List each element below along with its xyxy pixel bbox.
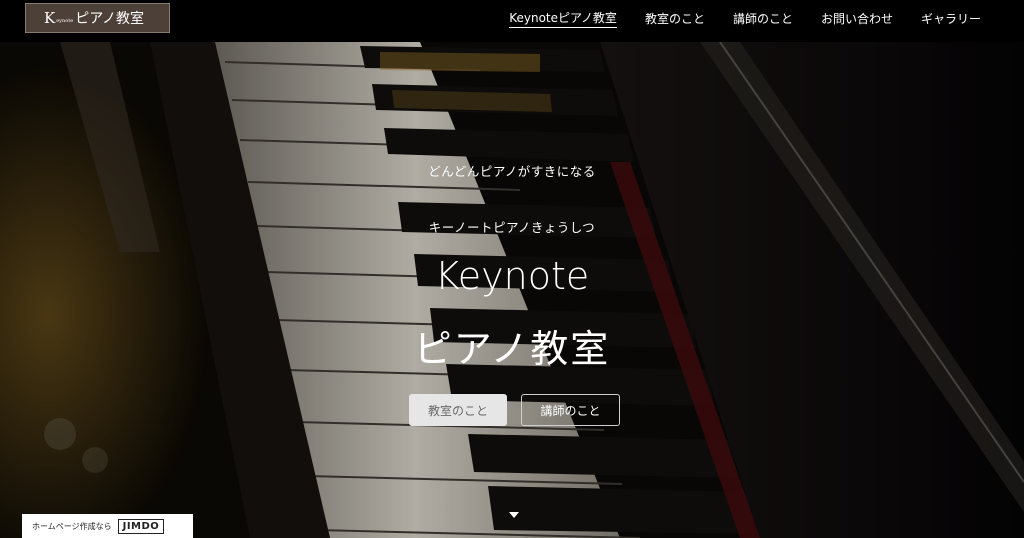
logo-main-text: ピアノ教室 <box>75 11 144 27</box>
hero-section: どんどんピアノがすきになる キーノートピアノきょうしつ Keynote ピアノ教… <box>0 42 1024 538</box>
hero-title-line2: ピアノ教室 <box>413 327 611 371</box>
hero-title-line1: Keynote <box>434 254 590 298</box>
hero-content: どんどんピアノがすきになる キーノートピアノきょうしつ Keynote ピアノ教… <box>0 42 1024 538</box>
classroom-button[interactable]: 教室のこと <box>409 394 507 426</box>
hero-subtitle-reading: キーノートピアノきょうしつ <box>428 220 596 235</box>
jimdo-badge[interactable]: ホームページ作成なら JIMDO <box>22 514 193 538</box>
site-header: K eynote ピアノ教室 Keynoteピアノ教室 教室のこと 講師のこと … <box>0 0 1024 42</box>
nav-item-gallery[interactable]: ギャラリー <box>921 10 981 27</box>
jimdo-badge-text: ホームページ作成なら <box>32 521 112 531</box>
nav-item-teacher[interactable]: 講師のこと <box>733 10 793 27</box>
logo-letter: K <box>44 9 56 27</box>
nav-item-classroom[interactable]: 教室のこと <box>645 10 705 27</box>
chevron-down-icon[interactable] <box>509 512 519 518</box>
nav-item-home[interactable]: Keynoteピアノ教室 <box>509 9 617 28</box>
logo-small-text: eynote <box>56 18 74 24</box>
hero-subtitle: どんどんピアノがすきになる <box>428 164 596 179</box>
site-logo[interactable]: K eynote ピアノ教室 <box>25 3 170 33</box>
jimdo-logo: JIMDO <box>117 518 165 534</box>
nav-item-contact[interactable]: お問い合わせ <box>821 10 893 27</box>
main-nav: Keynoteピアノ教室 教室のこと 講師のこと お問い合わせ ギャラリー <box>509 0 981 36</box>
teacher-button[interactable]: 講師のこと <box>521 394 620 426</box>
